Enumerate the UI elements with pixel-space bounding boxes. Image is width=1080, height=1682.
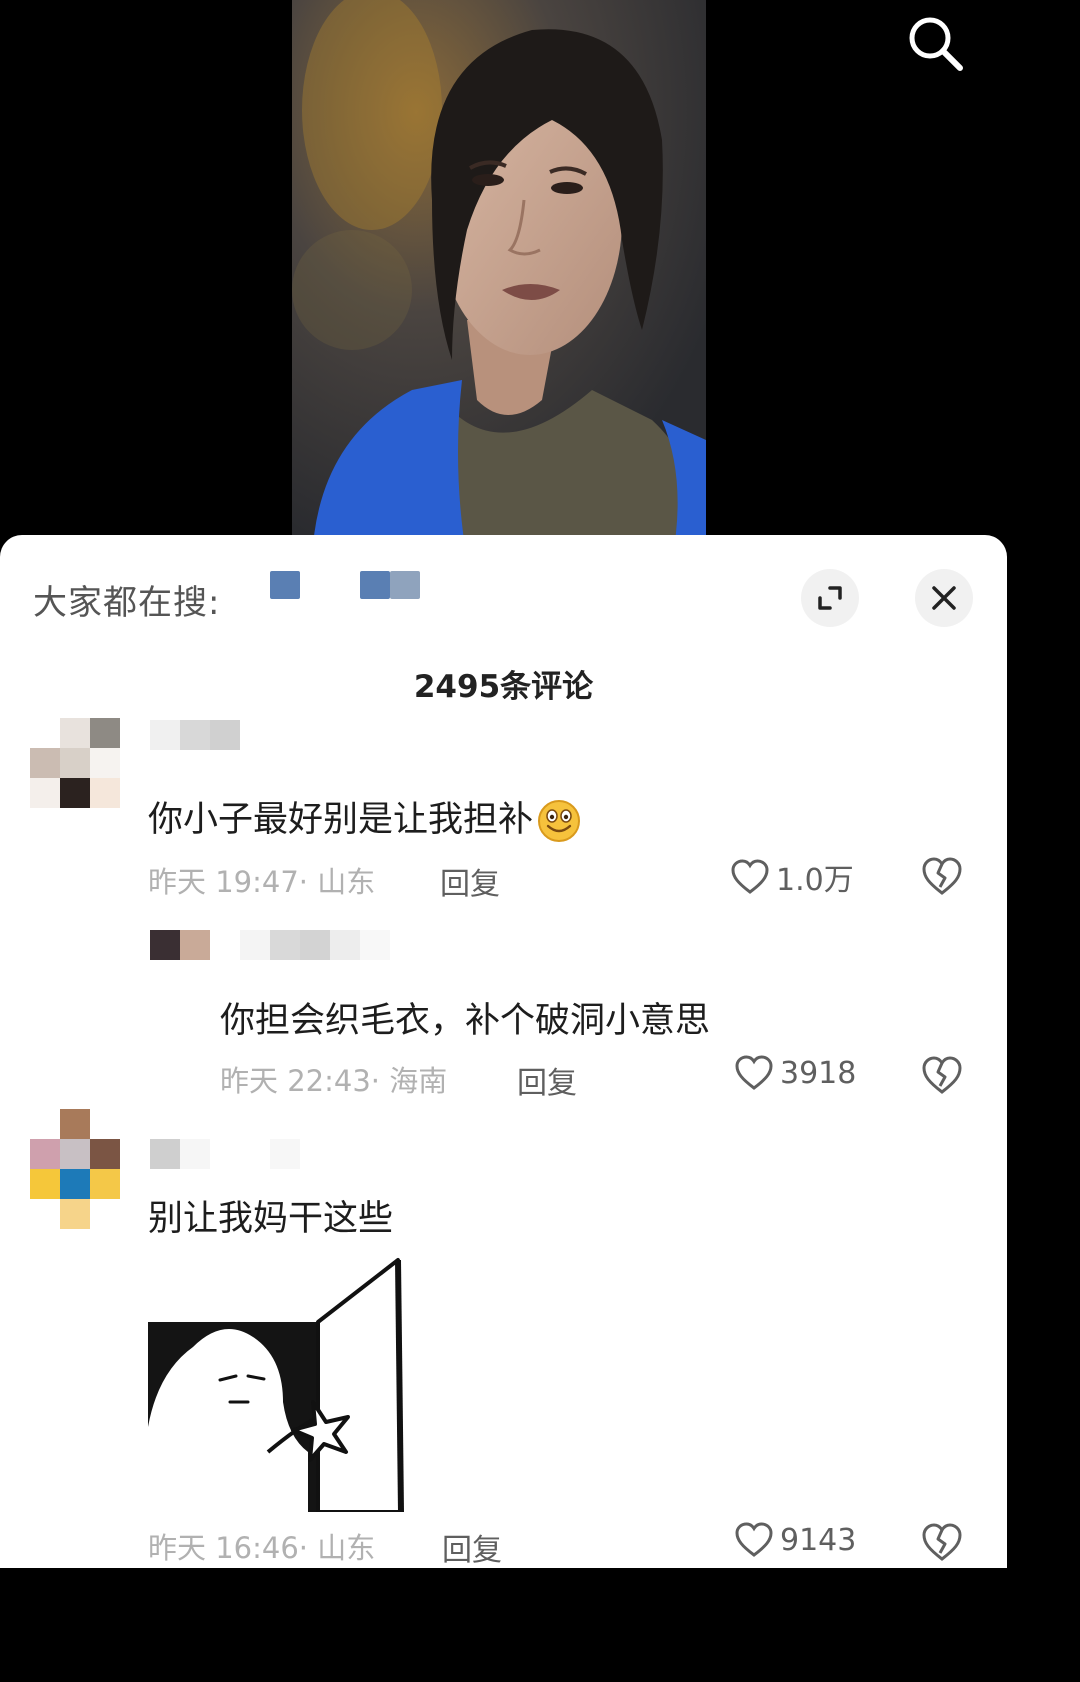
comment-text: 别让我妈干这些 bbox=[148, 1199, 394, 1239]
broken-heart-icon[interactable] bbox=[920, 855, 964, 899]
comment-meta: 昨天 19:47· 山东 bbox=[148, 859, 375, 901]
comment-location: 山东 bbox=[317, 865, 376, 899]
expand-icon bbox=[818, 586, 842, 610]
meta-separator: · bbox=[370, 1064, 390, 1098]
cat-door-meme-sticker[interactable] bbox=[148, 1252, 408, 1512]
close-icon bbox=[932, 586, 956, 610]
video-frame[interactable] bbox=[292, 0, 706, 560]
trending-search-label: 大家都在搜: bbox=[33, 582, 221, 623]
meta-separator: · bbox=[298, 865, 318, 899]
broken-heart-icon[interactable] bbox=[920, 1521, 964, 1565]
video-still-person bbox=[292, 0, 706, 560]
like-button[interactable]: 9143 bbox=[734, 1521, 856, 1559]
search-button[interactable] bbox=[902, 10, 968, 76]
heart-icon bbox=[735, 1055, 773, 1090]
avatar[interactable] bbox=[30, 718, 120, 808]
comment-text: 你小子最好别是让我担补 bbox=[148, 791, 581, 843]
comment-location: 山东 bbox=[317, 1531, 376, 1565]
search-icon[interactable] bbox=[902, 10, 968, 76]
comment-text-content: 你小子最好别是让我担补 bbox=[148, 800, 534, 840]
meta-separator: · bbox=[298, 1531, 318, 1565]
reply-button[interactable]: 回复 bbox=[442, 1525, 502, 1568]
expand-button[interactable] bbox=[801, 569, 859, 627]
reply-meta: 昨天 22:43· 海南 bbox=[220, 1058, 447, 1100]
like-count: 1.0万 bbox=[776, 863, 854, 898]
trending-search-term-2b[interactable] bbox=[390, 571, 420, 599]
like-count: 9143 bbox=[780, 1522, 857, 1558]
reply-avatar[interactable] bbox=[150, 930, 210, 960]
like-count: 3918 bbox=[780, 1055, 857, 1091]
heart-icon bbox=[735, 1522, 773, 1557]
heart-icon bbox=[731, 859, 769, 894]
close-button[interactable] bbox=[915, 569, 973, 627]
like-button[interactable]: 3918 bbox=[734, 1054, 856, 1092]
avatar[interactable] bbox=[30, 1109, 120, 1229]
reply-button[interactable]: 回复 bbox=[517, 1058, 577, 1102]
comment-time: 昨天 16:46 bbox=[148, 1531, 299, 1565]
comment-meta: 昨天 16:46· 山东 bbox=[148, 1525, 375, 1567]
trending-search-term-2[interactable] bbox=[360, 571, 390, 599]
comment-time: 昨天 19:47 bbox=[148, 865, 299, 899]
video-player[interactable] bbox=[0, 0, 1007, 560]
comment-sheet: 大家都在搜: 2495条评论 你小子最好别是让我担补 昨天 19:47· 山东 … bbox=[0, 535, 1007, 1568]
like-button[interactable]: 1.0万 bbox=[730, 855, 854, 899]
broken-heart-icon[interactable] bbox=[920, 1054, 964, 1098]
reply-text: 你担会织毛衣，补个破洞小意思 bbox=[220, 1001, 711, 1041]
comment-count-title: 2495条评论 bbox=[413, 669, 594, 705]
reply-button[interactable]: 回复 bbox=[440, 859, 500, 903]
reply-time: 昨天 22:43 bbox=[220, 1064, 371, 1098]
smile-emoji bbox=[538, 800, 581, 842]
trending-search-term-1[interactable] bbox=[270, 571, 300, 599]
reply-location: 海南 bbox=[389, 1064, 448, 1098]
